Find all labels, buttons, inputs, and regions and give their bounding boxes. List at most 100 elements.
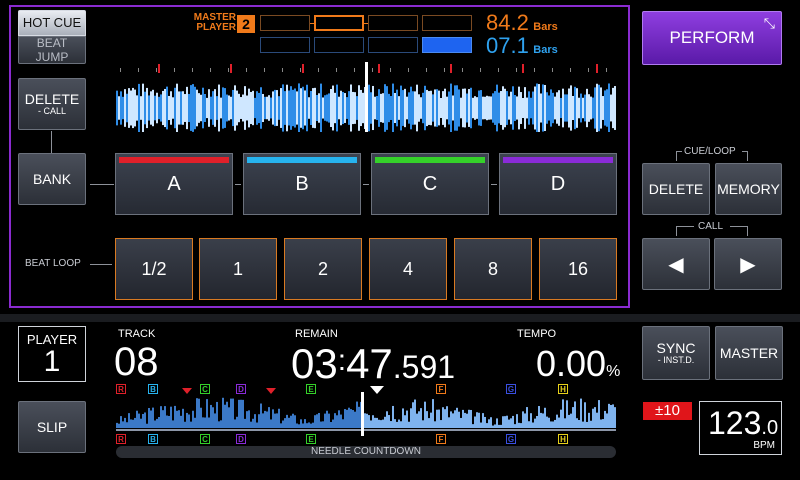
- overview-waveform-bar: [328, 413, 330, 428]
- beat-grid-tick: [138, 68, 139, 72]
- waveform-bar: [476, 97, 478, 119]
- waveform-bar: [484, 96, 486, 120]
- bank-button[interactable]: BANK: [18, 153, 86, 205]
- beat-grid-tick: [588, 68, 589, 72]
- beat-grid-tick: [606, 68, 607, 72]
- overview-waveform-bar: [144, 412, 146, 428]
- waveform-bar: [362, 92, 364, 124]
- overview-waveform-bar: [274, 413, 276, 428]
- overview-waveform-bar: [342, 419, 344, 428]
- waveform-bar: [442, 91, 444, 125]
- beat-grid-marker: [450, 64, 452, 73]
- overview-waveform-bar: [558, 417, 560, 428]
- overview-waveform-bar: [594, 407, 596, 428]
- waveform-bar: [400, 85, 402, 131]
- beat-loop-pad[interactable]: 2: [284, 238, 362, 300]
- waveform-bar: [216, 96, 218, 120]
- slip-button[interactable]: SLIP: [18, 401, 86, 453]
- beat-loop-pad[interactable]: 8: [454, 238, 532, 300]
- overview-waveform-bar: [452, 413, 454, 428]
- overview-waveform-bar: [400, 421, 402, 428]
- overview-waveform-bar: [546, 416, 548, 428]
- waveform-bar: [156, 92, 158, 124]
- overview-waveform-bar: [552, 421, 554, 428]
- overview-waveform-bar: [312, 422, 314, 428]
- hot-cue-pad-d[interactable]: D: [499, 153, 617, 215]
- waveform-bar: [388, 93, 390, 123]
- call-next-button[interactable]: ▶: [714, 238, 782, 290]
- hot-cue-pad-a[interactable]: A: [115, 153, 233, 215]
- overview-waveform-bar: [530, 413, 532, 428]
- waveform-bar: [226, 94, 228, 122]
- call-prev-button[interactable]: ◀: [642, 238, 710, 290]
- overview-waveform-bar: [602, 419, 604, 428]
- master-label: MASTER: [719, 345, 779, 361]
- waveform-bar: [444, 88, 446, 128]
- overview-waveform-bar: [134, 417, 136, 428]
- overview-waveform-bar: [542, 413, 544, 428]
- waveform-bar: [420, 97, 422, 119]
- overview-waveform-bar: [572, 407, 574, 428]
- waveform-bar: [580, 93, 582, 123]
- overview-waveform-bar: [406, 410, 408, 428]
- tempo-range-badge[interactable]: ±10: [643, 402, 692, 420]
- waveform-bar: [610, 94, 612, 122]
- overview-waveform-bar: [258, 414, 260, 428]
- master-player-number: 2: [237, 15, 255, 33]
- phase-meter-segment: [260, 15, 310, 31]
- overview-waveform-bar: [214, 413, 216, 428]
- waveform-bar: [122, 96, 124, 120]
- bpm-decimal: .0: [761, 417, 779, 439]
- overview-waveform-bar: [492, 425, 494, 428]
- overview-waveform-bar: [470, 409, 472, 428]
- overview-waveform-bar: [458, 411, 460, 428]
- overview-waveform-bar: [196, 398, 198, 428]
- waveform-bar: [232, 89, 234, 127]
- waveform-bar: [212, 91, 214, 125]
- overview-waveform-bar: [304, 419, 306, 428]
- overview-waveform-bar: [396, 421, 398, 428]
- waveform-bar: [520, 92, 522, 124]
- waveform-bar: [144, 91, 146, 125]
- bars-readout-bottom: 07.1 Bars: [486, 33, 558, 59]
- waveform-bar: [128, 88, 130, 128]
- hot-cue-pad-c[interactable]: C: [371, 153, 489, 215]
- overview-waveform-bar: [506, 415, 508, 428]
- delete-call-button[interactable]: DELETE - CALL: [18, 78, 86, 130]
- waveform-bar: [518, 86, 520, 130]
- overview-waveform-bar: [156, 418, 158, 428]
- cue-loop-delete-button[interactable]: DELETE: [642, 163, 710, 215]
- beat-jump-label: BEAT JUMP: [35, 36, 69, 64]
- hot-cue-mode-button[interactable]: HOT CUE: [18, 10, 86, 36]
- waveform-bar: [428, 91, 430, 125]
- sync-button[interactable]: SYNC - INST.D.: [642, 326, 710, 380]
- overview-waveform-bar: [562, 399, 564, 428]
- overview-waveform-bar: [126, 422, 128, 428]
- overview-waveform-bar: [132, 419, 134, 428]
- beat-loop-pad[interactable]: 4: [369, 238, 447, 300]
- perform-button[interactable]: PERFORM ⤡: [642, 11, 782, 65]
- memory-label: MEMORY: [717, 181, 780, 197]
- overview-waveform-bar: [152, 407, 154, 428]
- waveform-bar: [194, 86, 196, 130]
- waveform-bar: [180, 91, 182, 125]
- overview-waveform-bar: [266, 411, 268, 428]
- beat-grid-tick: [426, 68, 427, 72]
- beat-loop-pad[interactable]: 1/2: [115, 238, 193, 300]
- waveform-bar: [360, 89, 362, 127]
- beat-loop-pad[interactable]: 16: [539, 238, 617, 300]
- overview-waveform-bar: [590, 420, 592, 428]
- waveform-bar: [584, 94, 586, 122]
- beat-jump-mode-button[interactable]: BEAT JUMP: [18, 36, 86, 64]
- memory-button[interactable]: MEMORY: [715, 163, 782, 215]
- hot-cue-pad-b[interactable]: B: [243, 153, 361, 215]
- waveform-bar: [544, 84, 546, 132]
- waveform-bar: [418, 94, 420, 122]
- overview-waveform-bar: [606, 413, 608, 428]
- waveform-bar: [540, 93, 542, 123]
- overview-waveform-bar: [580, 398, 582, 428]
- master-button[interactable]: MASTER: [715, 326, 783, 380]
- overview-waveform-bar: [582, 421, 584, 428]
- beat-loop-pad[interactable]: 1: [199, 238, 277, 300]
- waveform-bar: [278, 96, 280, 120]
